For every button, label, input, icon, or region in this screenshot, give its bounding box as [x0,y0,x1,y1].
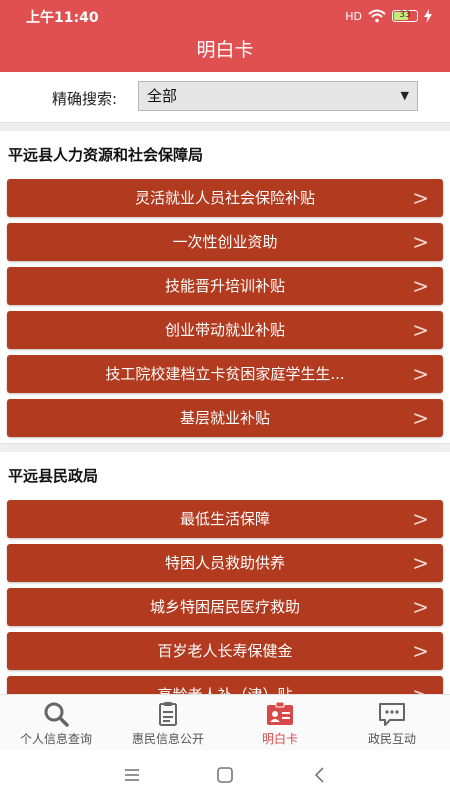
chevron-right-icon: > [412,406,429,430]
chevron-right-icon: > [412,639,429,663]
dropdown-arrow-icon: ▼ [400,89,409,102]
section-title: 平远县人力资源和社会保障局 [8,146,204,164]
status-icons: HD 33 [345,6,432,26]
list-item[interactable]: 城乡特困居民医疗救助 > [7,588,443,626]
wifi-icon [368,9,386,23]
tab-public-info[interactable]: 惠民信息公开 [112,695,224,751]
category-select-value: 全部 [147,87,178,105]
chevron-right-icon: > [412,362,429,386]
list-item[interactable]: 一次性创业资助 > [7,223,443,261]
tab-interaction[interactable]: 政民互动 [336,695,448,751]
battery-icon: 33 [392,10,418,22]
section-divider [0,122,450,131]
home-icon[interactable] [210,762,240,788]
status-bar: 上午11:40 HD 33 [0,0,450,32]
chevron-right-icon: > [412,318,429,342]
battery-level: 33 [399,10,411,20]
chevron-right-icon: > [412,551,429,575]
list-item[interactable]: 最低生活保障 > [7,500,443,538]
list-item[interactable]: 灵活就业人员社会保险补贴 > [7,179,443,217]
tab-personal-info[interactable]: 个人信息查询 [0,695,112,751]
chat-icon [379,703,405,726]
list-item[interactable]: 技工院校建档立卡贫困家庭学生生... > [7,355,443,393]
menu-icon[interactable] [117,762,147,788]
category-select[interactable]: 全部 ▼ [138,81,418,111]
id-card-icon [267,701,293,725]
list-item[interactable]: 高龄老人补（津）贴> [7,676,443,694]
status-time: 上午11:40 [26,10,99,26]
list-item[interactable]: 基层就业补贴 > [7,399,443,437]
section-title: 平远县民政局 [8,467,99,485]
signal-icon: HD [345,9,362,23]
chevron-right-icon: > [412,274,429,298]
list-item[interactable]: 特困人员救助供养 > [7,544,443,582]
chevron-right-icon: > [412,230,429,254]
list-item[interactable]: 技能晋升培训补贴 > [7,267,443,305]
list-item[interactable]: 百岁老人长寿保健金 > [7,632,443,670]
search-row: 精确搜索: 全部 ▼ [0,72,450,122]
search-label: 精确搜索: [52,90,118,108]
chevron-right-icon: > [412,595,429,619]
section-divider [0,443,450,452]
search-icon [44,702,69,727]
clipboard-icon [159,702,177,726]
chevron-right-icon: > [412,507,429,531]
chevron-right-icon: > [412,676,429,694]
app-title: 明白卡 [0,32,450,72]
bottom-tab-bar: 个人信息查询 惠民信息公开 明白卡 政民互动 [0,694,450,751]
list-item[interactable]: 创业带动就业补贴 > [7,311,443,349]
back-icon[interactable] [305,762,335,788]
chevron-right-icon: > [412,186,429,210]
tab-mingbai-card[interactable]: 明白卡 [224,695,336,751]
card-list[interactable]: 平远县人力资源和社会保障局 灵活就业人员社会保险补贴 > 一次性创业资助 > 技能晋… [0,122,450,694]
charging-icon [424,9,432,23]
system-nav-bar [0,750,450,800]
